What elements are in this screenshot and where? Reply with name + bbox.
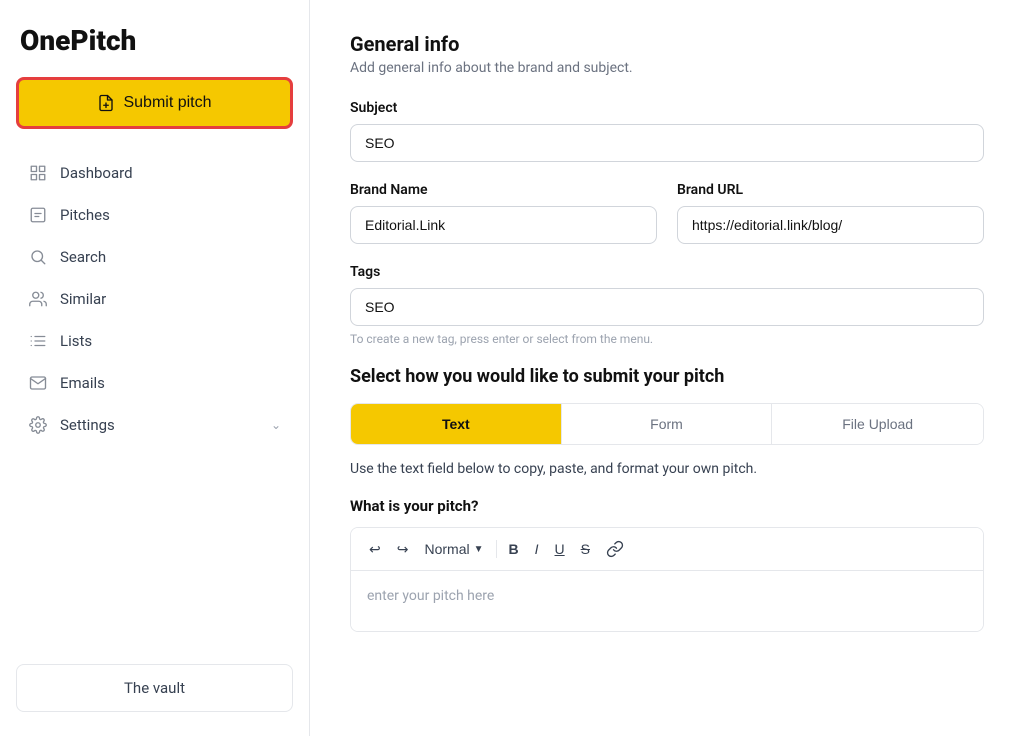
sidebar-item-settings[interactable]: Settings ⌄ [16,405,293,445]
tab-form[interactable]: Form [562,404,773,444]
nav-menu: Dashboard Pitches Search [16,153,293,648]
format-dropdown[interactable]: Normal ▼ [418,537,489,561]
sidebar-item-pitches[interactable]: Pitches [16,195,293,235]
app-logo: OnePitch [16,24,293,57]
sidebar-item-label: Search [60,248,106,266]
emails-icon [28,373,48,393]
pitch-method-title: Select how you would like to submit your… [350,366,984,387]
toolbar-divider [496,540,497,558]
section-subtitle: Add general info about the brand and sub… [350,60,984,76]
pitch-method-tabs: Text Form File Upload [350,403,984,445]
sidebar-item-label: Emails [60,374,105,392]
sidebar-item-lists[interactable]: Lists [16,321,293,361]
bold-button[interactable]: B [503,537,525,561]
brand-name-group: Brand Name [350,182,657,244]
lists-icon [28,331,48,351]
editor-toolbar: ↩ ↪ Normal ▼ B I U S [351,528,983,571]
sidebar-item-label: Lists [60,332,92,350]
sidebar-item-emails[interactable]: Emails [16,363,293,403]
sidebar-item-label: Pitches [60,206,110,224]
editor-body[interactable]: enter your pitch here [351,571,983,631]
sidebar-item-label: Settings [60,416,115,434]
settings-icon [28,415,48,435]
tab-file-upload[interactable]: File Upload [772,404,983,444]
brand-url-input[interactable] [677,206,984,244]
submit-pitch-button[interactable]: Submit pitch [16,77,293,129]
sidebar-item-similar[interactable]: Similar [16,279,293,319]
pitches-icon [28,205,48,225]
brand-url-group: Brand URL [677,182,984,244]
sidebar-item-dashboard[interactable]: Dashboard [16,153,293,193]
tags-hint: To create a new tag, press enter or sele… [350,332,984,346]
vault-button[interactable]: The vault [16,664,293,712]
submit-pitch-icon [97,94,115,112]
subject-group: Subject [350,100,984,162]
section-title: General info [350,32,984,56]
tags-label: Tags [350,264,984,280]
editor-placeholder: enter your pitch here [367,588,494,604]
vault-label: The vault [124,679,185,697]
pitch-editor: ↩ ↪ Normal ▼ B I U S [350,527,984,632]
brand-name-input[interactable] [350,206,657,244]
link-button[interactable] [600,536,630,562]
brand-url-label: Brand URL [677,182,984,198]
italic-button[interactable]: I [529,537,545,561]
chevron-down-icon: ▼ [474,544,484,555]
similar-icon [28,289,48,309]
subject-label: Subject [350,100,984,116]
underline-button[interactable]: U [549,537,571,561]
sidebar-item-label: Dashboard [60,164,133,182]
sidebar: OnePitch Submit pitch Dashboard [0,0,310,736]
submit-pitch-label: Submit pitch [123,94,211,112]
link-icon [606,540,624,558]
strikethrough-button[interactable]: S [575,537,596,561]
redo-button[interactable]: ↪ [391,537,415,562]
tags-group: Tags To create a new tag, press enter or… [350,264,984,346]
pitch-description: Use the text field below to copy, paste,… [350,461,984,477]
sidebar-item-search[interactable]: Search [16,237,293,277]
subject-input[interactable] [350,124,984,162]
search-icon [28,247,48,267]
brand-row: Brand Name Brand URL [350,182,984,264]
chevron-down-icon: ⌄ [271,418,281,432]
brand-name-label: Brand Name [350,182,657,198]
what-is-pitch-label: What is your pitch? [350,497,984,515]
tab-text[interactable]: Text [351,404,562,444]
format-label: Normal [424,541,469,557]
main-panel: General info Add general info about the … [310,0,1024,736]
dashboard-icon [28,163,48,183]
undo-button[interactable]: ↩ [363,537,387,562]
tags-input[interactable] [350,288,984,326]
sidebar-item-label: Similar [60,290,106,308]
